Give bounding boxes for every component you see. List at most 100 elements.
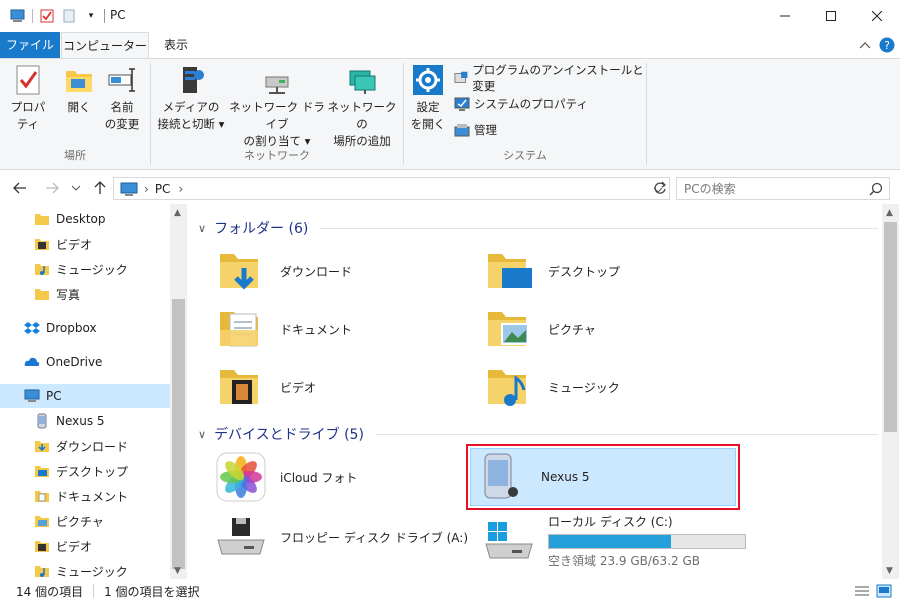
breadcrumb-separator-icon[interactable]: › <box>144 182 149 196</box>
search-input[interactable] <box>684 181 864 196</box>
scroll-down-icon[interactable]: ▼ <box>886 566 893 576</box>
help-icon[interactable]: ? <box>878 36 896 54</box>
device-tile-local-disk[interactable]: ローカル ディスク (C:) 空き領域 23.9 GB/63.2 GB <box>478 508 778 574</box>
floppy-drive-icon <box>217 518 265 555</box>
nav-item-photos[interactable]: 写真 <box>0 282 170 306</box>
scroll-down-icon[interactable]: ▼ <box>174 566 181 576</box>
highlight-box <box>466 444 740 510</box>
nav-item-videos[interactable]: ビデオ <box>0 232 170 256</box>
content-pane: ∨ フォルダー (6) ダウンロード デスクトップ ドキュメント ピクチャ ビデ… <box>188 204 882 579</box>
details-view-icon[interactable] <box>854 584 870 598</box>
up-arrow-icon[interactable] <box>90 178 110 198</box>
desktop-folder-icon <box>35 466 49 477</box>
nav-item-desktop-jp[interactable]: デスクトップ <box>0 459 170 483</box>
nav-item-pictures[interactable]: ピクチャ <box>0 509 170 533</box>
nav-item-dropbox[interactable]: Dropbox <box>0 316 170 340</box>
forward-arrow-icon[interactable] <box>42 178 62 198</box>
folder-tile-documents[interactable]: ドキュメント <box>210 300 480 358</box>
manage-label: 管理 <box>474 123 497 137</box>
folders-group-header[interactable]: ∨ フォルダー (6) <box>198 218 878 238</box>
devices-group-header[interactable]: ∨ デバイスとドライブ (5) <box>198 424 878 444</box>
tile-label: ダウンロード <box>280 264 353 279</box>
nav-item-desktop[interactable]: Desktop <box>0 207 170 231</box>
tile-label: ビデオ <box>280 380 317 395</box>
add-network-location-button[interactable]: ネットワークの 場所の追加 <box>327 63 397 150</box>
collapse-ribbon-icon[interactable] <box>856 36 874 54</box>
recent-locations-chevron-icon[interactable] <box>66 178 86 198</box>
manage-button[interactable]: 管理 <box>454 119 497 141</box>
tab-file[interactable]: ファイル <box>0 32 60 58</box>
nav-item-nexus5[interactable]: Nexus 5 <box>0 409 170 433</box>
rename-button[interactable]: 名前 の変更 <box>100 63 144 133</box>
nav-item-label: ピクチャ <box>56 514 104 529</box>
rename-icon <box>108 68 135 92</box>
properties-icon <box>16 65 40 95</box>
download-folder-icon <box>220 254 258 290</box>
maximize-button[interactable] <box>808 0 854 32</box>
breadcrumb-pc[interactable]: PC <box>155 182 171 196</box>
properties-label: プロパティ <box>10 100 46 131</box>
nav-item-downloads[interactable]: ダウンロード <box>0 434 170 458</box>
folder-tile-desktop[interactable]: デスクトップ <box>478 242 748 300</box>
tile-label: フロッピー ディスク ドライブ (A:) <box>280 530 469 545</box>
open-button[interactable]: 開く <box>60 63 98 116</box>
nav-scrollbar[interactable]: ▲ ▼ <box>170 204 187 579</box>
map-network-drive-button[interactable]: ネットワーク ドライブ の割り当て ▾ <box>227 63 327 150</box>
tile-label: デスクトップ <box>548 264 621 279</box>
close-button[interactable] <box>854 0 900 32</box>
download-folder-icon <box>35 441 49 452</box>
large-icons-view-icon[interactable] <box>876 584 892 598</box>
system-properties-icon <box>454 97 470 111</box>
search-icon[interactable] <box>869 182 883 196</box>
folder-tile-downloads[interactable]: ダウンロード <box>210 242 480 300</box>
tab-computer[interactable]: コンピューター <box>61 32 149 59</box>
media-connect-button[interactable]: メディアの 接続と切断 ▾ <box>155 63 227 133</box>
nav-item-documents[interactable]: ドキュメント <box>0 484 170 508</box>
properties-button[interactable]: プロパティ <box>6 63 50 133</box>
tile-label: ミュージック <box>548 380 620 395</box>
tab-view[interactable]: 表示 <box>150 32 202 58</box>
breadcrumb-chevron-icon[interactable]: › <box>178 182 183 196</box>
search-box[interactable] <box>676 177 890 200</box>
view-switcher <box>854 584 892 598</box>
device-tile-icloud-photos[interactable]: iCloud フォト <box>210 448 480 506</box>
chevron-down-icon[interactable]: ∨ <box>198 222 206 235</box>
title-bar: ▾ PC <box>0 0 900 32</box>
folder-tile-videos[interactable]: ビデオ <box>210 358 480 416</box>
scroll-up-icon[interactable]: ▲ <box>886 208 893 218</box>
icloud-photos-icon <box>216 452 266 502</box>
back-arrow-icon[interactable] <box>10 178 30 198</box>
nav-item-music[interactable]: ミュージック <box>0 257 170 281</box>
manage-icon <box>454 124 470 137</box>
address-row: › PC › <box>0 172 900 204</box>
disk-free-space: 空き領域 23.9 GB/63.2 GB <box>548 554 700 568</box>
scroll-up-icon[interactable]: ▲ <box>174 208 181 218</box>
uninstall-program-button[interactable]: プログラムのアンインストールと変更 <box>454 63 646 93</box>
content-scroll-thumb[interactable] <box>884 222 897 432</box>
documents-folder-icon <box>35 491 49 502</box>
network-drive-icon <box>265 76 289 94</box>
nav-scroll-thumb[interactable] <box>172 299 185 569</box>
media-label-1: メディアの <box>162 100 220 114</box>
new-folder-icon[interactable] <box>61 8 77 24</box>
ribbon-group-location: プロパティ 開く 名前 の変更 場所 <box>0 59 150 169</box>
nav-item-pc[interactable]: PC <box>0 384 170 408</box>
content-scrollbar[interactable]: ▲ ▼ <box>882 204 899 579</box>
system-properties-button[interactable]: システムのプロパティ <box>454 93 588 115</box>
open-settings-button[interactable]: 設定 を開く <box>408 63 448 133</box>
nav-item-music-2[interactable]: ミュージック <box>0 559 170 579</box>
refresh-icon[interactable] <box>650 178 670 198</box>
device-tile-floppy[interactable]: フロッピー ディスク ドライブ (A:) <box>210 508 480 566</box>
properties-check-icon[interactable] <box>39 8 55 24</box>
folder-tile-music[interactable]: ミュージック <box>478 358 748 416</box>
nav-item-videos-2[interactable]: ビデオ <box>0 534 170 558</box>
nav-item-onedrive[interactable]: OneDrive <box>0 350 170 374</box>
folder-tile-pictures[interactable]: ピクチャ <box>478 300 748 358</box>
explorer-icon[interactable] <box>10 8 26 24</box>
title-separator <box>104 9 105 23</box>
customize-toolbar-icon[interactable]: ▾ <box>83 8 99 24</box>
chevron-down-icon[interactable]: ∨ <box>198 428 206 441</box>
nav-item-label: OneDrive <box>46 355 103 369</box>
minimize-button[interactable] <box>762 0 808 32</box>
address-bar[interactable]: › PC › <box>113 177 670 200</box>
